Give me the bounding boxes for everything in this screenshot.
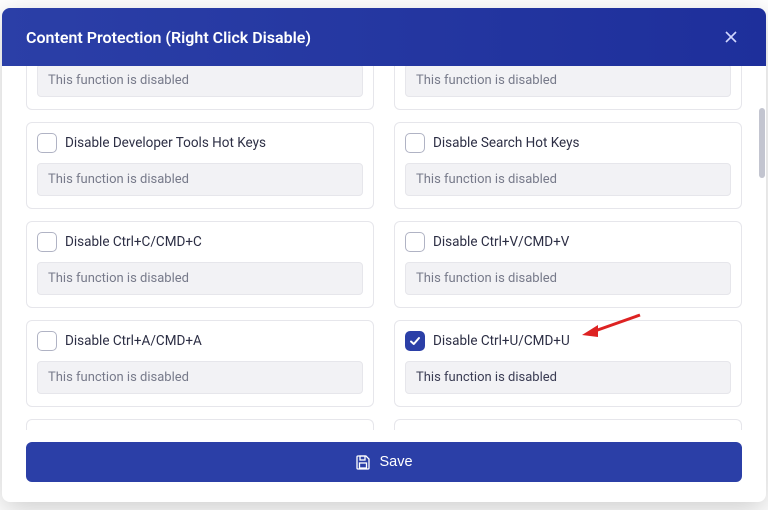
modal-footer: Save: [2, 430, 766, 502]
close-button[interactable]: [720, 26, 742, 48]
option-label: Disable Ctrl+C/CMD+C: [65, 234, 202, 250]
option-value[interactable]: This function is disabled: [405, 66, 731, 97]
option-card-ctrl-p: Disable Ctrl+P/CMD+P: [26, 419, 374, 430]
option-value[interactable]: This function is disabled: [405, 163, 731, 196]
option-label: Disable Ctrl+V/CMD+V: [433, 234, 569, 250]
option-label: Disable Ctrl+U/CMD+U: [433, 333, 570, 349]
checkbox-ctrl-v[interactable]: [405, 232, 425, 252]
option-card-ctrl-a: Disable Ctrl+A/CMD+A This function is di…: [26, 320, 374, 407]
options-grid: This function is disabled This function …: [26, 66, 742, 430]
checkbox-ctrl-a[interactable]: [37, 331, 57, 351]
option-card-ctrl-h: Disable Ctrl+H/CMD+H: [394, 419, 742, 430]
checkbox-dev-tools[interactable]: [37, 133, 57, 153]
option-label: Disable Search Hot Keys: [433, 135, 579, 151]
modal-body: This function is disabled This function …: [2, 66, 766, 430]
content-protection-modal: Content Protection (Right Click Disable)…: [2, 8, 766, 502]
scrollbar-thumb[interactable]: [759, 108, 765, 178]
checkbox-ctrl-u[interactable]: [405, 331, 425, 351]
option-value[interactable]: This function is disabled: [37, 66, 363, 97]
option-value[interactable]: This function is disabled: [405, 262, 731, 295]
option-card-ctrl-v: Disable Ctrl+V/CMD+V This function is di…: [394, 221, 742, 308]
option-card: This function is disabled: [26, 66, 374, 110]
option-card-ctrl-u: Disable Ctrl+U/CMD+U This function is di…: [394, 320, 742, 407]
modal-header: Content Protection (Right Click Disable): [2, 8, 766, 66]
option-label: Disable Developer Tools Hot Keys: [65, 135, 266, 151]
option-card-dev-tools: Disable Developer Tools Hot Keys This fu…: [26, 122, 374, 209]
option-card-ctrl-c: Disable Ctrl+C/CMD+C This function is di…: [26, 221, 374, 308]
save-icon: [355, 454, 371, 470]
options-scroll-area[interactable]: This function is disabled This function …: [26, 66, 742, 430]
modal-title: Content Protection (Right Click Disable): [26, 28, 311, 47]
option-value[interactable]: This function is disabled: [37, 361, 363, 394]
option-label: Disable Ctrl+A/CMD+A: [65, 333, 202, 349]
option-value[interactable]: This function is disabled: [405, 361, 731, 394]
option-value[interactable]: This function is disabled: [37, 262, 363, 295]
option-card-search: Disable Search Hot Keys This function is…: [394, 122, 742, 209]
save-button-label: Save: [379, 454, 412, 470]
close-icon: [724, 30, 738, 44]
checkbox-search[interactable]: [405, 133, 425, 153]
option-card: This function is disabled: [394, 66, 742, 110]
save-button[interactable]: Save: [26, 442, 742, 482]
checkbox-ctrl-c[interactable]: [37, 232, 57, 252]
option-value[interactable]: This function is disabled: [37, 163, 363, 196]
